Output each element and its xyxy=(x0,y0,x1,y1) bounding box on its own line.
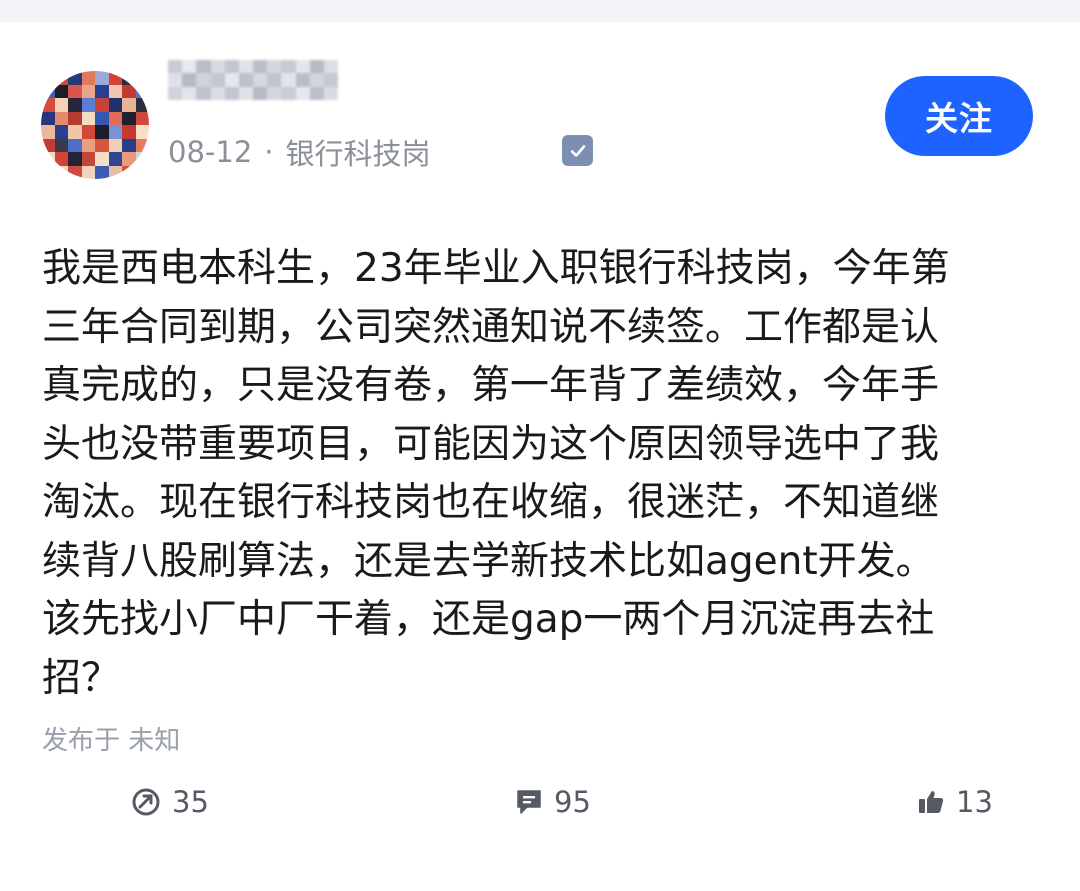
post-body-line: 续背八股刷算法，还是去学新技术比如agent开发。 xyxy=(42,538,935,584)
share-count: 35 xyxy=(172,785,209,819)
post-body-line: 真完成的，只是没有卷，第一年背了差绩效，今年手 xyxy=(42,363,940,408)
post-date: 08-12 xyxy=(168,135,253,169)
follow-button[interactable]: 关注 xyxy=(885,76,1033,156)
post-meta: 08-12 · 银行科技岗 xyxy=(168,132,431,172)
post-body-line: 招？ xyxy=(42,655,121,701)
like-count: 13 xyxy=(956,785,993,819)
username-blurred[interactable] xyxy=(168,60,338,100)
avatar-pixelated-image xyxy=(41,71,149,179)
post-body-line: 三年合同到期，公司突然通知说不续签。工作都是认 xyxy=(42,304,940,350)
avatar[interactable] xyxy=(41,71,149,179)
comment-button[interactable]: 95 xyxy=(514,782,591,822)
published-location: 发布于 未知 xyxy=(42,726,181,756)
share-button[interactable]: 35 xyxy=(130,782,209,822)
thumbs-up-icon xyxy=(919,791,944,813)
post-body-line: 头也没带重要项目，可能因为这个原因领导选中了我 xyxy=(42,421,940,467)
like-button[interactable]: 13 xyxy=(916,782,993,822)
post-card: 08-12 · 银行科技岗 关注 我是西电本科生，23年毕业入职银行科技岗，今年… xyxy=(0,22,1080,891)
post-body-line: 淘汰。现在银行科技岗也在收缩，很迷茫，不知道继 xyxy=(42,480,940,525)
post-category[interactable]: 银行科技岗 xyxy=(286,131,431,173)
share-arrow-icon xyxy=(132,788,160,816)
verified-check-icon xyxy=(562,135,593,166)
meta-separator: · xyxy=(264,135,274,169)
post-body: 我是西电本科生，23年毕业入职银行科技岗，今年第 三年合同到期，公司突然通知说不… xyxy=(42,240,1080,708)
comment-bubble-icon xyxy=(517,790,541,814)
comment-count: 95 xyxy=(554,785,591,819)
post-body-line: 我是西电本科生，23年毕业入职银行科技岗，今年第 xyxy=(42,246,950,291)
top-divider-strip xyxy=(0,0,1080,22)
post-body-line: 该先找小厂中厂干着，还是gap一两个月沉淀再去社 xyxy=(42,597,935,642)
